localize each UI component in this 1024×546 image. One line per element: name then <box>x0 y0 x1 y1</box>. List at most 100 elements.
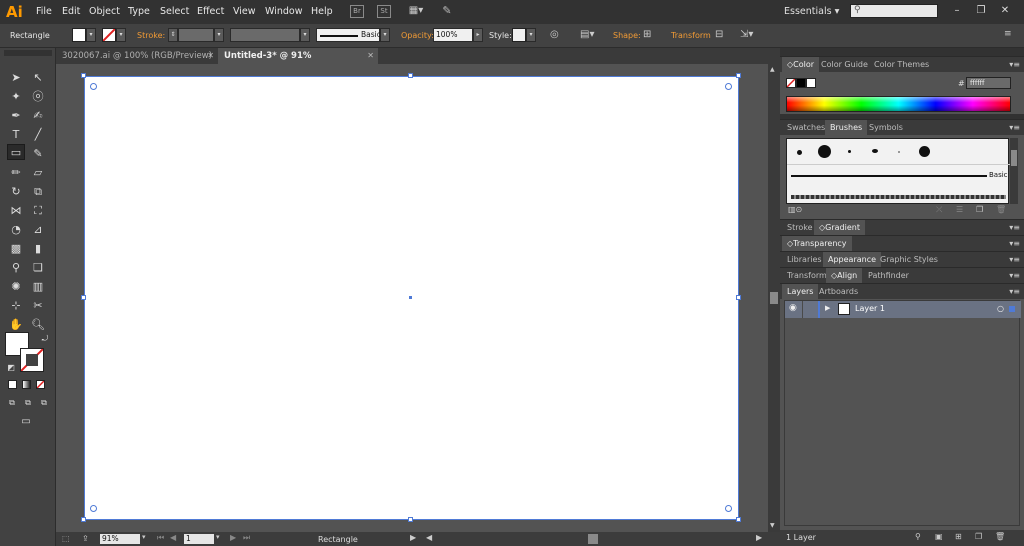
shape-properties-icon[interactable]: ⊞ <box>643 29 651 40</box>
brush-library-list[interactable]: Basic <box>786 138 1010 204</box>
tab-stroke[interactable]: Stroke <box>782 220 818 236</box>
toolbar-grip[interactable] <box>4 50 52 56</box>
brush-tip[interactable] <box>797 150 802 155</box>
menu-window[interactable]: Window <box>265 6 302 17</box>
bounding-handle-bl[interactable] <box>81 517 86 522</box>
shape-builder-tool-icon[interactable]: ◔ <box>7 222 25 238</box>
bounding-handle-mr[interactable] <box>736 295 741 300</box>
last-artboard-icon[interactable]: ⏭ <box>243 533 250 543</box>
color-panel-menu-icon[interactable]: ▾≡ <box>1009 57 1020 73</box>
tab-color[interactable]: ◇Color <box>782 57 820 73</box>
slice-tool-icon[interactable]: ✂ <box>29 298 47 314</box>
transform-label[interactable]: Transform <box>671 31 711 40</box>
eyedropper-tool-icon[interactable]: ⚲ <box>7 260 25 276</box>
default-colors-icon[interactable]: ◩ <box>2 360 20 376</box>
mesh-tool-icon[interactable]: ▩ <box>7 241 25 257</box>
isolate-icon[interactable]: ⇲▾ <box>740 29 753 40</box>
magic-wand-tool-icon[interactable]: ✦ <box>7 89 25 105</box>
appearance-panel-menu-icon[interactable]: ▾≡ <box>1009 252 1020 268</box>
transparency-panel-menu-icon[interactable]: ▾≡ <box>1009 236 1020 252</box>
symbol-sprayer-tool-icon[interactable]: ✺ <box>7 279 25 295</box>
bounding-handle-tl[interactable] <box>81 73 86 78</box>
artboard-dropdown-icon[interactable]: ▾ <box>216 533 220 541</box>
fill-swatch[interactable] <box>72 28 86 42</box>
minimize-button[interactable]: – <box>950 4 964 18</box>
menu-select[interactable]: Select <box>160 6 189 17</box>
variable-width-profile[interactable] <box>230 28 300 42</box>
bounding-handle-ml[interactable] <box>81 295 86 300</box>
delete-brush-icon[interactable]: 🗑︎ <box>996 205 1006 214</box>
align-panel-menu-icon[interactable]: ▾≡ <box>1009 268 1020 284</box>
document-setup-icon[interactable]: ▤▾ <box>580 29 594 40</box>
prev-artboard-icon[interactable]: ◀ <box>170 533 176 542</box>
new-layer-icon[interactable]: ❐ <box>975 532 982 541</box>
new-brush-icon[interactable]: ❐ <box>976 205 983 214</box>
blend-tool-icon[interactable]: ❏ <box>29 260 47 276</box>
bounding-handle-tc[interactable] <box>408 73 413 78</box>
menu-view[interactable]: View <box>233 6 256 17</box>
tab-graphic-styles[interactable]: Graphic Styles <box>875 252 943 268</box>
rotate-tool-icon[interactable]: ↻ <box>7 184 25 200</box>
tab-color-themes[interactable]: Color Themes <box>869 57 934 73</box>
paintbrush-tool-icon[interactable]: ✎ <box>29 146 47 162</box>
type-tool-icon[interactable]: T <box>7 127 25 143</box>
bounding-handle-br[interactable] <box>736 517 741 522</box>
center-point[interactable] <box>409 296 412 299</box>
expand-layer-icon[interactable]: ▶ <box>825 304 830 312</box>
control-panel-menu-icon[interactable]: ≡ <box>1004 29 1012 39</box>
tab-libraries[interactable]: Libraries <box>782 252 827 268</box>
selection-tool-icon[interactable]: ➤ <box>7 70 25 86</box>
layer-name[interactable]: Layer 1 <box>855 304 885 313</box>
tab-artboards[interactable]: Artboards <box>814 284 863 300</box>
fill-dropdown[interactable]: ▾ <box>86 28 96 42</box>
none-mode-icon[interactable] <box>36 380 45 389</box>
graphic-style-swatch[interactable] <box>512 28 526 42</box>
artboard-number-field[interactable]: 1 <box>184 534 214 544</box>
delete-layer-icon[interactable]: 🗑︎ <box>995 532 1005 541</box>
brush-libraries-menu-icon[interactable]: ▥⊙ <box>788 205 802 214</box>
horizontal-scroll-thumb[interactable] <box>588 534 598 544</box>
layers-panel-menu-icon[interactable]: ▾≡ <box>1009 284 1020 300</box>
live-corner-widget-bl[interactable] <box>90 505 97 512</box>
color-none-swatch[interactable] <box>786 78 796 88</box>
hex-input[interactable]: ffffff <box>966 77 1011 89</box>
recolor-artwork-icon[interactable]: ◎ <box>550 29 559 40</box>
curvature-tool-icon[interactable]: ✍ <box>29 108 47 124</box>
color-spectrum-bar[interactable] <box>786 96 1011 112</box>
stroke-weight-dropdown[interactable]: ▾ <box>214 28 224 42</box>
scroll-up-icon[interactable]: ▲ <box>770 66 775 73</box>
layer-row[interactable]: ◉ ▶ Layer 1 ○ <box>785 301 1021 318</box>
scroll-right-icon[interactable]: ▶ <box>756 533 762 542</box>
export-icon[interactable]: ⇪ <box>82 534 89 543</box>
maximize-button[interactable]: ❐ <box>974 4 988 18</box>
artboard-tool-icon[interactable]: ⊹ <box>7 298 25 314</box>
pencil-tool-icon[interactable]: ✏ <box>7 165 25 181</box>
shape-label[interactable]: Shape: <box>613 31 641 40</box>
menu-help[interactable]: Help <box>311 6 333 17</box>
basic-brush-stroke[interactable] <box>791 175 987 177</box>
draw-inside-icon[interactable]: ⧉ <box>35 395 53 411</box>
profile-dropdown[interactable]: ▾ <box>300 28 310 42</box>
screen-mode-icon[interactable]: ▭ <box>17 414 35 430</box>
width-tool-icon[interactable]: ⋈ <box>7 203 25 219</box>
make-clipping-mask-icon[interactable]: ▣ <box>935 532 943 541</box>
perspective-grid-tool-icon[interactable]: ⊿ <box>29 222 47 238</box>
zoom-dropdown-icon[interactable]: ▾ <box>142 533 146 541</box>
visibility-eye-icon[interactable]: ◉ <box>789 303 797 313</box>
tab-pathfinder[interactable]: Pathfinder <box>863 268 914 284</box>
scroll-left-icon[interactable]: ◀ <box>426 533 432 542</box>
document-tab-3020067[interactable]: 3020067.ai @ 100% (RGB/Preview) ✕ <box>56 48 218 64</box>
column-graph-tool-icon[interactable]: ▥ <box>29 279 47 295</box>
eraser-tool-icon[interactable]: ▱ <box>29 165 47 181</box>
menu-effect[interactable]: Effect <box>197 6 224 17</box>
brush-tip[interactable] <box>848 150 851 153</box>
brush-tip[interactable] <box>872 149 878 153</box>
brush-tip[interactable] <box>919 146 930 157</box>
direct-selection-tool-icon[interactable]: ↖ <box>29 70 47 86</box>
charcoal-brush-stroke[interactable] <box>791 195 1006 199</box>
align-icon[interactable]: ⊟ <box>715 29 723 40</box>
live-corner-widget-br[interactable] <box>725 505 732 512</box>
tab-transform[interactable]: Transform <box>782 268 832 284</box>
status-menu-icon[interactable]: ▶ <box>410 533 416 542</box>
stroke-swatch[interactable] <box>102 28 116 42</box>
